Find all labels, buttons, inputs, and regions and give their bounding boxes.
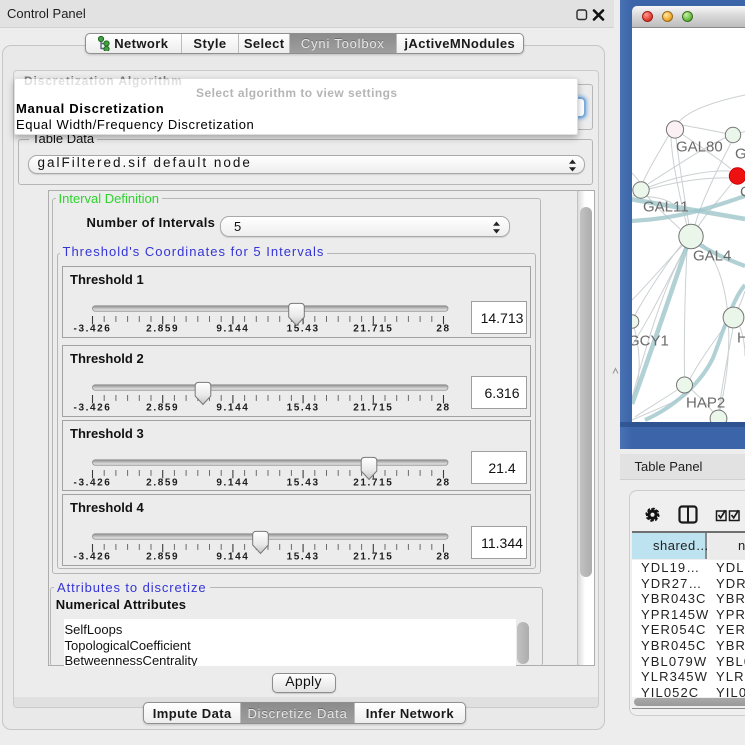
svg-text:-3.426: -3.426 [73,402,111,413]
svg-text:15.43: 15.43 [286,324,319,335]
svg-text:28: 28 [436,551,450,562]
svg-text:21.715: 21.715 [353,402,393,413]
svg-text:2.859: 2.859 [146,324,179,335]
svg-text:15.43: 15.43 [286,551,319,562]
svg-text:15.43: 15.43 [286,477,319,488]
svg-text:9.144: 9.144 [216,551,249,562]
svg-text:-3.426: -3.426 [73,551,111,562]
svg-text:21.715: 21.715 [353,324,393,335]
svg-text:-3.426: -3.426 [73,324,111,335]
svg-text:28: 28 [436,402,450,413]
svg-text:21.715: 21.715 [353,477,393,488]
svg-text:9.144: 9.144 [216,324,249,335]
svg-text:9.144: 9.144 [216,402,249,413]
svg-text:28: 28 [436,324,450,335]
svg-text:2.859: 2.859 [146,402,179,413]
svg-text:9.144: 9.144 [216,477,249,488]
svg-text:28: 28 [436,477,450,488]
svg-text:2.859: 2.859 [146,477,179,488]
svg-text:15.43: 15.43 [286,402,319,413]
svg-text:-3.426: -3.426 [73,477,111,488]
svg-text:21.715: 21.715 [353,551,393,562]
svg-text:2.859: 2.859 [146,551,179,562]
